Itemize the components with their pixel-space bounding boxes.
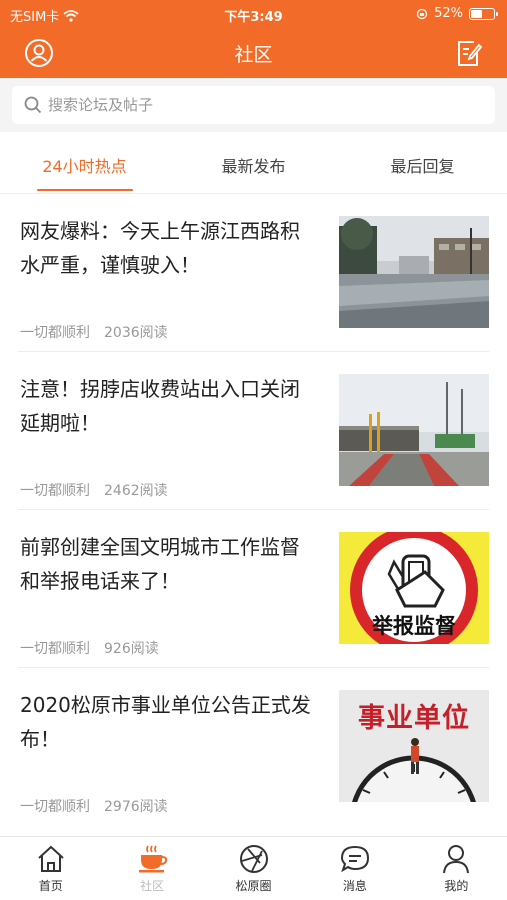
aperture-icon bbox=[239, 845, 268, 873]
list-item[interactable]: 注意！拐脖店收费站出入口关闭延期啦！ 一切都顺利 2462阅读 bbox=[18, 352, 489, 510]
tab-last-reply[interactable]: 最后回复 bbox=[338, 132, 507, 193]
post-reads: 2976阅读 bbox=[104, 799, 168, 815]
tab-24h-hot[interactable]: 24小时热点 bbox=[0, 132, 169, 193]
post-thumbnail-toll-station[interactable] bbox=[339, 374, 489, 486]
nav-songyuan-circle[interactable]: 松原圈 bbox=[203, 837, 304, 900]
person-icon bbox=[443, 845, 470, 874]
list-item[interactable]: 2020松原市事业单位公告正式发布！ 一切都顺利 2976阅读 事业单位 bbox=[18, 668, 489, 826]
app-header: 无SIM卡 下午3:49 52% 社区 bbox=[0, 0, 507, 78]
edit-icon bbox=[458, 41, 483, 66]
post-title[interactable]: 注意！拐脖店收费站出入口关闭延期啦！ bbox=[20, 372, 316, 440]
post-author: 一切都顺利 bbox=[20, 483, 90, 499]
post-meta: 一切都顺利 2976阅读 bbox=[20, 796, 168, 816]
post-meta: 一切都顺利 2462阅读 bbox=[20, 480, 168, 500]
page-title: 社区 bbox=[234, 44, 273, 66]
nav-mine[interactable]: 我的 bbox=[406, 837, 507, 900]
nav-home-label: 首页 bbox=[38, 879, 63, 893]
battery-icon bbox=[469, 7, 498, 20]
image-caption: 举报监督 bbox=[372, 613, 456, 638]
post-reads: 2462阅读 bbox=[104, 483, 168, 499]
post-thumbnail-flooded-road[interactable] bbox=[339, 216, 489, 328]
post-reads: 926阅读 bbox=[104, 641, 159, 657]
nav-songyuan-label: 松原圈 bbox=[235, 879, 272, 893]
tab-latest[interactable]: 最新发布 bbox=[169, 132, 338, 193]
nav-mine-label: 我的 bbox=[444, 879, 469, 893]
tab-bar: 24小时热点 最新发布 最后回复 bbox=[0, 132, 507, 194]
post-author: 一切都顺利 bbox=[20, 799, 90, 815]
nav-home[interactable]: 首页 bbox=[0, 837, 101, 900]
nav-community-label: 社区 bbox=[140, 879, 165, 893]
nav-messages[interactable]: 消息 bbox=[304, 837, 405, 900]
flooded-road-image bbox=[339, 216, 489, 328]
message-icon bbox=[340, 845, 369, 873]
home-icon bbox=[38, 845, 64, 872]
lock-rotation-icon bbox=[416, 8, 428, 19]
search-input[interactable] bbox=[48, 96, 468, 114]
post-meta: 一切都顺利 2036阅读 bbox=[20, 322, 168, 342]
nav-community[interactable]: 社区 bbox=[101, 837, 202, 900]
toll-station-image bbox=[339, 374, 489, 486]
post-author: 一切都顺利 bbox=[20, 641, 90, 657]
list-item[interactable]: 前郭创建全国文明城市工作监督和举报电话来了！ 一切都顺利 926阅读 举报监督 bbox=[18, 510, 489, 668]
post-meta: 一切都顺利 926阅读 bbox=[20, 638, 159, 658]
image-caption: 事业单位 bbox=[358, 703, 470, 734]
new-post-button[interactable] bbox=[453, 38, 483, 68]
battery-percent: 52% bbox=[434, 6, 463, 21]
search-box[interactable] bbox=[12, 86, 495, 124]
post-reads: 2036阅读 bbox=[104, 325, 168, 341]
coffee-icon bbox=[139, 845, 168, 873]
nav-messages-label: 消息 bbox=[342, 879, 367, 893]
status-bar: 无SIM卡 下午3:49 52% bbox=[0, 0, 507, 28]
search-icon bbox=[24, 96, 42, 114]
bottom-nav: 首页 社区 松原圈 消息 我的 bbox=[0, 836, 507, 900]
post-thumbnail-report-supervision[interactable]: 举报监督 bbox=[339, 532, 489, 644]
post-title[interactable]: 2020松原市事业单位公告正式发布！ bbox=[20, 688, 316, 756]
list-item[interactable]: 网友爆料：今天上午源江西路积水严重，谨慎驶入！ 一切都顺利 2036阅读 bbox=[18, 194, 489, 352]
search-bar-container bbox=[0, 78, 507, 132]
post-author: 一切都顺利 bbox=[20, 325, 90, 341]
post-list: 网友爆料：今天上午源江西路积水严重，谨慎驶入！ 一切都顺利 2036阅读 注意！… bbox=[0, 194, 507, 826]
post-title[interactable]: 网友爆料：今天上午源江西路积水严重，谨慎驶入！ bbox=[20, 214, 316, 282]
post-thumbnail-public-institution[interactable]: 事业单位 bbox=[339, 690, 489, 802]
battery-fill bbox=[471, 9, 482, 18]
post-title[interactable]: 前郭创建全国文明城市工作监督和举报电话来了！ bbox=[20, 530, 316, 598]
